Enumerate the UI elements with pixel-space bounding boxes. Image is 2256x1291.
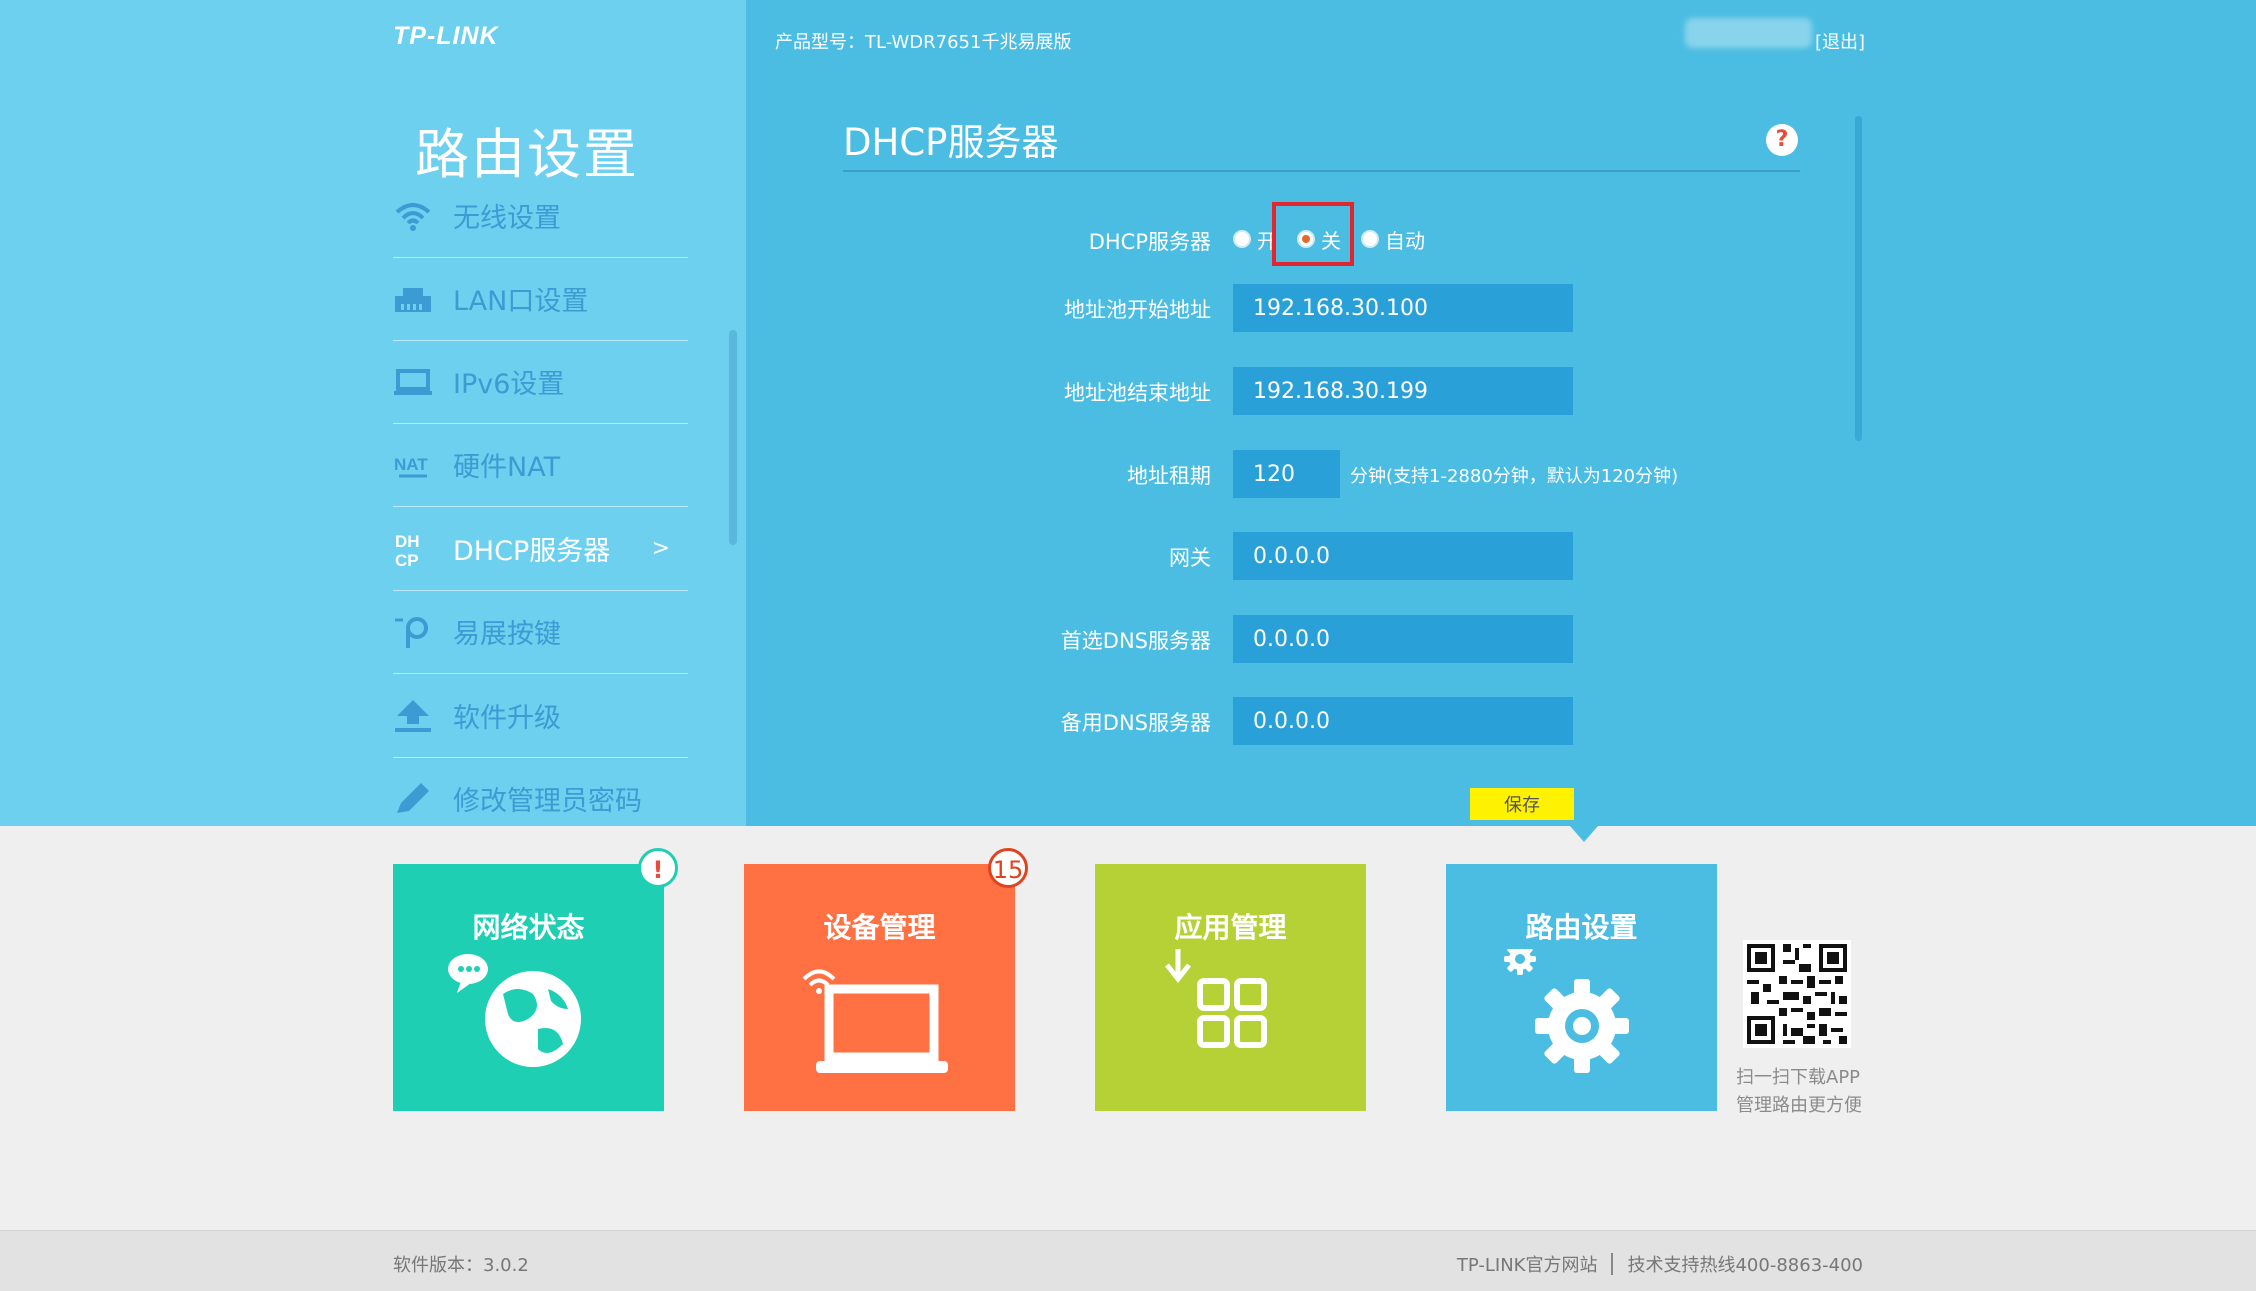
lease-label: 地址租期 <box>1127 464 1211 488</box>
radio-on[interactable]: 开 <box>1233 225 1277 254</box>
lan-port-icon <box>393 279 433 319</box>
sidebar-item-label: 易展按键 <box>453 619 561 650</box>
top-panel: TP-LINK 路由设置 无线设置 LAN口设置 IPv6设置 NAT 硬件NA… <box>0 0 2256 826</box>
dhcp-toggle-label: DHCP服务器 <box>1088 230 1211 254</box>
tile-device-management[interactable]: 设备管理 15 <box>744 848 1028 1111</box>
sidebar-item-admin-password[interactable]: 修改管理员密码 <box>393 757 688 840</box>
tp-link-logo: TP-LINK <box>393 22 499 50</box>
tile-label: 路由设置 <box>1525 911 1638 944</box>
support-hotline: 技术支持热线400-8863-400 <box>1627 1255 1863 1276</box>
radio-auto-label: 自动 <box>1385 228 1425 253</box>
title-divider <box>843 170 1800 172</box>
highlight-box <box>1272 202 1354 266</box>
user-avatar <box>1685 18 1812 48</box>
page-title: DHCP服务器 <box>843 121 1059 164</box>
laptop-icon <box>802 969 948 1073</box>
sidebar-item-label: 硬件NAT <box>453 452 561 483</box>
save-button[interactable]: 保存 <box>1470 788 1574 820</box>
sidebar-item-wireless[interactable]: 无线设置 <box>393 174 688 258</box>
sidebar-item-easy-mesh[interactable]: 易展按键 <box>393 590 688 674</box>
logout-link[interactable]: [退出] <box>1815 28 1865 54</box>
lease-input[interactable] <box>1233 450 1340 498</box>
pencil-icon <box>393 779 433 819</box>
wifi-icon <box>393 196 433 236</box>
official-website-link[interactable]: TP-LINK官方网站 <box>1457 1251 1598 1277</box>
qr-code <box>1743 940 1851 1048</box>
footer-divider <box>1611 1253 1614 1275</box>
sidebar-item-label: 修改管理员密码 <box>453 786 642 817</box>
tile-label: 网络状态 <box>472 911 585 944</box>
tile-label: 应用管理 <box>1174 911 1287 944</box>
sidebar: TP-LINK 路由设置 无线设置 LAN口设置 IPv6设置 NAT 硬件NA… <box>0 0 746 826</box>
dhcp-icon: DH CP <box>393 529 433 569</box>
qr-caption-line2: 管理路由更方便 <box>1736 1095 1862 1116</box>
pool-start-label: 地址池开始地址 <box>1064 298 1211 322</box>
gateway-input[interactable] <box>1233 532 1573 580</box>
sidebar-item-label: IPv6设置 <box>453 369 565 400</box>
gateway-label: 网关 <box>1169 546 1211 570</box>
svg-text:NAT: NAT <box>394 455 428 474</box>
radio-auto-dot[interactable] <box>1361 230 1379 248</box>
svg-text:DH: DH <box>395 532 420 551</box>
active-tile-pointer <box>1570 826 1598 842</box>
software-version: 软件版本：3.0.2 <box>393 1255 529 1276</box>
easy-mesh-icon <box>393 612 433 652</box>
pool-end-label: 地址池结束地址 <box>1064 381 1211 405</box>
pool-start-input[interactable] <box>1233 284 1573 332</box>
device-count-badge: 15 <box>988 848 1028 888</box>
help-icon[interactable]: ? <box>1766 124 1798 156</box>
chevron-right-icon: > <box>651 536 670 561</box>
tile-network-status[interactable]: 网络状态 ! <box>393 848 678 1111</box>
monitor-icon <box>393 362 433 402</box>
sidebar-item-dhcp[interactable]: DH CP DHCP服务器 > <box>393 507 688 591</box>
sidebar-item-label: 无线设置 <box>453 203 561 234</box>
apps-icon <box>1165 949 1267 1048</box>
sidebar-item-label: 软件升级 <box>453 703 561 734</box>
dns1-label: 首选DNS服务器 <box>1060 629 1211 653</box>
sidebar-item-upgrade[interactable]: 软件升级 <box>393 674 688 758</box>
svg-text:CP: CP <box>395 551 419 569</box>
pool-end-input[interactable] <box>1233 367 1573 415</box>
upload-icon <box>393 696 433 736</box>
nat-icon: NAT <box>393 445 433 485</box>
sidebar-item-label: LAN口设置 <box>453 286 589 317</box>
main-scrollbar[interactable] <box>1855 116 1862 441</box>
qr-caption-line1: 扫一扫下载APP <box>1736 1067 1861 1088</box>
lease-hint: 分钟(支持1-2880分钟，默认为120分钟) <box>1350 466 1679 487</box>
sidebar-item-lan[interactable]: LAN口设置 <box>393 257 688 341</box>
globe-icon <box>448 954 581 1067</box>
tile-app-management[interactable]: 应用管理 <box>1095 864 1366 1111</box>
sidebar-item-ipv6[interactable]: IPv6设置 <box>393 340 688 424</box>
gear-icon <box>1504 949 1629 1073</box>
footer: 软件版本：3.0.2 TP-LINK官方网站 技术支持热线400-8863-40… <box>0 1230 2256 1291</box>
sidebar-item-nat[interactable]: NAT 硬件NAT <box>393 423 688 507</box>
tile-label: 设备管理 <box>823 911 936 944</box>
dns2-input[interactable] <box>1233 697 1573 745</box>
radio-auto[interactable]: 自动 <box>1361 225 1425 254</box>
dns1-input[interactable] <box>1233 615 1573 663</box>
sidebar-item-label: DHCP服务器 <box>453 536 611 567</box>
tile-router-settings[interactable]: 路由设置 <box>1446 864 1717 1111</box>
footer-links: TP-LINK官方网站 技术支持热线400-8863-400 <box>1457 1251 1863 1277</box>
sidebar-scrollbar[interactable] <box>729 330 737 545</box>
dns2-label: 备用DNS服务器 <box>1060 711 1211 735</box>
radio-on-dot[interactable] <box>1233 230 1251 248</box>
alert-badge: ! <box>638 848 678 888</box>
product-model: 产品型号：TL-WDR7651千兆易展版 <box>775 32 1072 53</box>
